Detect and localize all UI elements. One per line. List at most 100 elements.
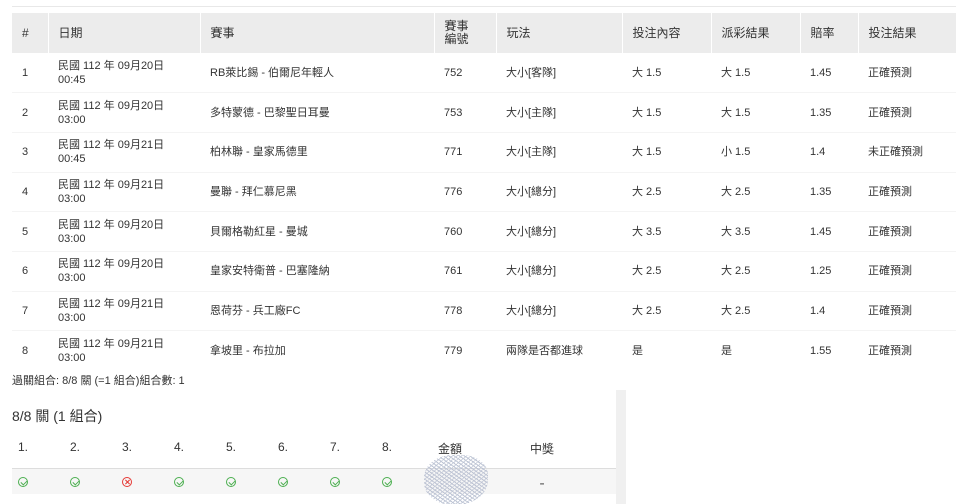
combo-prize-value: -	[539, 475, 545, 492]
combo-panel: 8/8 關 (1 組合) 1. 2. 3. 4. 5. 6. 7. 8. 金額 …	[12, 390, 616, 504]
row-date: 民國 112 年 09月20日 00:45	[48, 53, 200, 94]
table-row: 6 民國 112 年 09月20日 03:00 皇家安特衛普 - 巴塞隆納 761…	[12, 251, 956, 292]
row-play: 大小[客隊]	[496, 53, 622, 94]
redacted-amount-scribble	[424, 455, 488, 504]
row-play: 大小[總分]	[496, 211, 622, 252]
header-outcome: 投注結果	[858, 13, 956, 53]
row-date-time: 00:45	[58, 153, 86, 166]
top-divider	[12, 6, 956, 7]
row-event-id: 760	[434, 211, 496, 252]
row-odds: 1.25	[800, 251, 858, 292]
combo-header-leg-3: 3.	[121, 440, 132, 454]
row-event: 柏林聯 - 皇家馬德里	[200, 132, 434, 173]
header-odds: 賠率	[800, 13, 859, 53]
check-circle-icon	[174, 477, 184, 487]
row-bet: 大 3.5	[622, 211, 711, 252]
combo-header-prize: 中獎	[529, 442, 554, 456]
row-outcome: 正確預測	[858, 251, 956, 292]
row-event-id: 776	[434, 172, 496, 213]
row-event: 曼聯 - 拜仁慕尼黑	[200, 172, 434, 213]
combo-header-leg-7: 7.	[329, 440, 340, 454]
check-circle-icon	[18, 477, 28, 487]
row-date-time: 03:00	[58, 351, 86, 364]
row-num: 2	[12, 92, 48, 133]
row-result: 是	[721, 344, 732, 357]
row-date: 民國 112 年 09月20日 03:00	[48, 92, 200, 133]
x-circle-icon	[122, 477, 132, 487]
row-num: 7	[12, 291, 48, 332]
combo-header-leg-5: 5.	[225, 440, 236, 454]
row-bet: 大 1.5	[622, 92, 711, 133]
table-row: 1 民國 112 年 09月20日 00:45 RB萊比錫 - 伯爾尼年輕人 75…	[12, 53, 956, 94]
row-date: 民國 112 年 09月21日 03:00	[48, 172, 200, 213]
header-event-id: 賽事編號	[434, 13, 497, 53]
row-play: 大小[主隊]	[496, 92, 622, 133]
row-outcome: 正確預測	[858, 211, 956, 252]
row-num: 1	[12, 53, 48, 94]
row-outcome: 正確預測	[858, 172, 956, 213]
row-bet: 大 2.5	[622, 291, 711, 332]
check-circle-icon	[226, 477, 236, 487]
table-row: 8 民國 112 年 09月21日 03:00 拿坡里 - 布拉加 779 兩隊是…	[12, 331, 956, 371]
row-result: 大 2.5	[711, 291, 800, 332]
leg-3-status	[116, 469, 138, 492]
row-result: 大 3.5	[711, 211, 800, 252]
row-event-id: 779	[444, 344, 463, 357]
row-event: 恩荷芬 - 兵工廠FC	[200, 291, 434, 332]
combo-title: 8/8 關 (1 組合)	[12, 408, 103, 424]
row-date-day: 民國 112 年 09月20日	[58, 59, 165, 72]
row-event: 貝爾格勒紅星 - 曼城	[200, 211, 434, 252]
row-result: 小 1.5	[711, 132, 800, 173]
table-row: 3 民國 112 年 09月21日 00:45 柏林聯 - 皇家馬德里 771 大…	[12, 132, 956, 173]
row-outcome: 正確預測	[858, 291, 956, 332]
leg-1-status	[12, 469, 34, 492]
row-date: 民國 112 年 09月20日 03:00	[48, 251, 200, 292]
check-circle-icon	[382, 477, 392, 487]
row-event: 皇家安特衛普 - 巴塞隆納	[200, 251, 434, 292]
row-bet: 大 2.5	[622, 251, 711, 292]
row-num: 3	[12, 132, 48, 173]
row-play: 兩隊是否都進球	[506, 344, 583, 357]
header-num: #	[12, 13, 49, 53]
row-odds: 1.4	[800, 291, 858, 332]
row-date-day: 民國 112 年 09月21日	[58, 139, 165, 152]
header-bet: 投注內容	[622, 13, 712, 53]
row-odds: 1.45	[800, 211, 858, 252]
row-odds: 1.4	[800, 132, 858, 173]
row-result: 大 1.5	[711, 92, 800, 133]
row-event-id: 752	[434, 53, 496, 94]
row-date: 民國 112 年 09月21日 03:00	[48, 331, 200, 371]
row-bet: 大 1.5	[622, 53, 711, 94]
combo-header-leg-8: 8.	[381, 440, 392, 454]
row-play: 大小[總分]	[496, 251, 622, 292]
row-date: 民國 112 年 09月21日 03:00	[48, 291, 200, 332]
row-num: 8	[22, 344, 29, 357]
leg-5-status	[220, 469, 242, 492]
leg-7-status	[324, 469, 346, 492]
row-date-day: 民國 112 年 09月21日	[58, 178, 165, 191]
row-date-day: 民國 112 年 09月20日	[58, 258, 165, 271]
header-play: 玩法	[496, 13, 623, 53]
row-event: RB萊比錫 - 伯爾尼年輕人	[200, 53, 434, 94]
check-circle-icon	[278, 477, 288, 487]
table-row: 4 民國 112 年 09月21日 03:00 曼聯 - 拜仁慕尼黑 776 大小…	[12, 172, 956, 213]
row-num: 5	[12, 211, 48, 252]
row-odds: 1.45	[800, 53, 858, 94]
check-circle-icon	[70, 477, 80, 487]
row-date-time: 03:00	[58, 113, 86, 126]
row-bet: 是	[632, 344, 643, 357]
row-date-time: 03:00	[58, 232, 86, 245]
row-odds: 1.35	[800, 92, 858, 133]
row-date-time: 00:45	[58, 73, 86, 86]
header-result: 派彩結果	[711, 13, 801, 53]
row-date-day: 民國 112 年 09月20日	[58, 218, 165, 231]
row-outcome: 正確預測	[858, 53, 956, 94]
combo-header-row: 1. 2. 3. 4. 5. 6. 7. 8. 金額 中獎	[12, 440, 616, 464]
row-play: 大小[總分]	[496, 291, 622, 332]
leg-4-status	[168, 469, 190, 492]
combo-row: -	[12, 455, 616, 504]
row-date: 民國 112 年 09月21日 00:45	[48, 132, 200, 173]
combo-header-leg-6: 6.	[277, 440, 288, 454]
row-event: 拿坡里 - 布拉加	[210, 344, 286, 357]
row-date-time: 03:00	[58, 311, 86, 324]
